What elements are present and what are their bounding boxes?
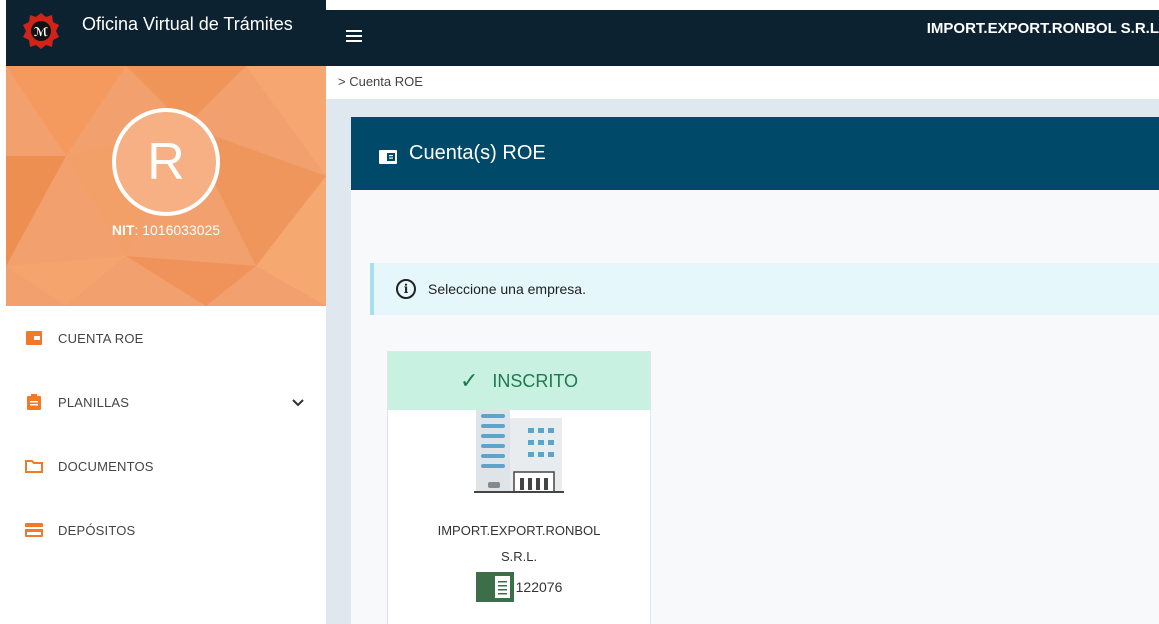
roe-number: 122076 [388, 572, 650, 602]
nit-value: : 1016033025 [134, 222, 221, 238]
main-panel: Cuenta(s) ROE i Seleccione una empresa. … [351, 117, 1159, 624]
brand-title: Oficina Virtual de Trámites [82, 13, 293, 34]
sidebar-item-label: DOCUMENTOS [58, 458, 154, 474]
topbar: IMPORT.EXPORT.RONBOL S.R.L [326, 10, 1159, 66]
info-alert: i Seleccione una empresa. [370, 263, 1159, 315]
brand-header[interactable]: ℳ Oficina Virtual de Trámites [6, 0, 326, 66]
sidebar-item-planillas[interactable]: PLANILLAS [6, 370, 326, 434]
folder-icon [24, 458, 44, 474]
roe-document-icon [475, 572, 514, 602]
check-icon: ✓ [459, 368, 479, 393]
logo-icon: ℳ [20, 9, 62, 57]
sidebar-item-documentos[interactable]: DOCUMENTOS [6, 434, 326, 498]
panel-header: Cuenta(s) ROE [351, 117, 1159, 190]
wallet-icon [24, 330, 44, 346]
status-label: INSCRITO [492, 370, 579, 391]
info-icon: i [396, 279, 416, 299]
hamburger-menu-icon[interactable] [346, 30, 362, 42]
page-title: Cuenta(s) ROE [409, 142, 546, 164]
sidebar-item-depositos[interactable]: DEPÓSITOS [6, 498, 326, 562]
wallet-icon [379, 147, 397, 164]
sidebar-item-cuenta-roe[interactable]: CUENTA ROE [6, 306, 326, 370]
company-card-name: IMPORT.EXPORT.RONBOL S.R.L. [388, 518, 650, 570]
sidebar: ℳ Oficina Virtual de Trámites R NIT: 101… [0, 0, 326, 624]
alert-text: Seleccione una empresa. [428, 281, 586, 297]
breadcrumb-bar: > Cuenta ROE [326, 66, 1159, 99]
breadcrumb[interactable]: > Cuenta ROE [338, 74, 423, 89]
clipboard-icon [24, 394, 44, 410]
company-name[interactable]: IMPORT.EXPORT.RONBOL S.R.L [927, 20, 1159, 37]
sidebar-item-label: DEPÓSITOS [58, 522, 136, 538]
sidebar-item-label: CUENTA ROE [58, 330, 144, 346]
company-name-line1: IMPORT.EXPORT.RONBOL [437, 523, 601, 538]
nit-text: NIT: 1016033025 [6, 222, 326, 238]
roe-number-value: 122076 [515, 579, 563, 595]
chevron-down-icon[interactable] [292, 395, 304, 410]
nit-label: NIT [111, 222, 135, 238]
building-icon [388, 410, 650, 510]
svg-text:ℳ: ℳ [34, 25, 48, 39]
sidebar-item-label: PLANILLAS [58, 394, 130, 410]
sidebar-menu: CUENTA ROE PLANILLAS DOCUMENTOS DEPÓSITO… [6, 306, 326, 562]
company-name-line2: S.R.L. [500, 549, 538, 564]
avatar: R [112, 108, 220, 216]
credit-card-icon [24, 522, 44, 538]
company-card[interactable]: ✓ INSCRITO IMPORT.EXPORT.RONBOL S.R.L. 1… [387, 351, 651, 624]
app: ℳ Oficina Virtual de Trámites R NIT: 101… [0, 0, 1159, 624]
profile-card: R NIT: 1016033025 [6, 66, 326, 306]
status-badge: ✓ INSCRITO [388, 352, 650, 410]
